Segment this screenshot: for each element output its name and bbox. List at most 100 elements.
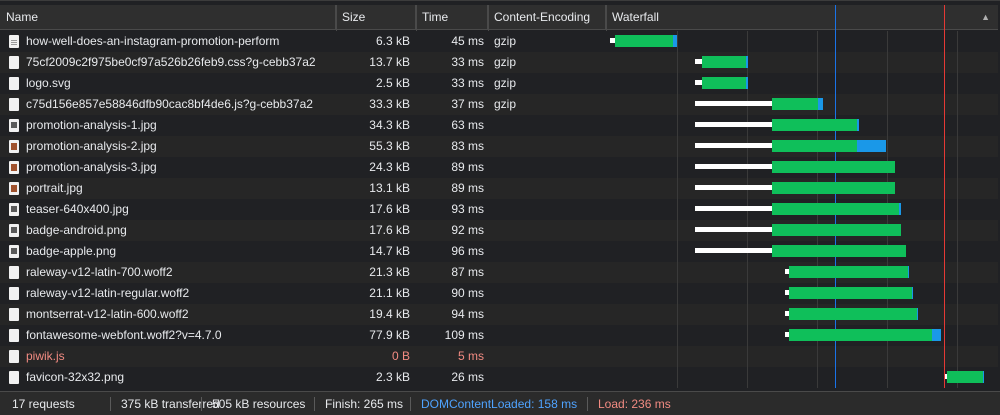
waterfall-bar-download[interactable]: [983, 371, 984, 383]
image-icon: [9, 245, 19, 258]
request-size: 6.3 kB: [375, 34, 410, 48]
request-encoding: [494, 115, 604, 136]
request-name: promotion-analysis-1.jpg: [26, 118, 157, 132]
waterfall-bar-download[interactable]: [912, 287, 913, 299]
waterfall-bar-waiting[interactable]: [695, 122, 772, 127]
waterfall-bar-download[interactable]: [857, 140, 886, 152]
waterfall-bar-waiting[interactable]: [695, 143, 772, 148]
request-encoding: [494, 367, 604, 388]
waterfall-bar-ttfb[interactable]: [789, 287, 912, 299]
transferred-size: 375 kB transferred: [121, 397, 220, 411]
waterfall-bar-waiting[interactable]: [695, 248, 772, 253]
request-encoding: [494, 346, 604, 367]
waterfall-bar-waiting[interactable]: [695, 227, 772, 232]
request-name: badge-apple.png: [26, 244, 117, 258]
request-name: how-well-does-an-instagram-promotion-per…: [26, 34, 280, 48]
request-encoding: [494, 157, 604, 178]
request-time: 37 ms: [451, 97, 484, 111]
file-icon: [9, 371, 19, 384]
waterfall-bar-waiting[interactable]: [695, 59, 702, 64]
waterfall-bar-waiting[interactable]: [695, 206, 772, 211]
triangle-up-icon[interactable]: ▲: [981, 5, 990, 30]
request-encoding: [494, 304, 604, 325]
request-time: 89 ms: [451, 160, 484, 174]
waterfall-bar-ttfb[interactable]: [789, 329, 932, 341]
waterfall-bar-waiting[interactable]: [695, 164, 772, 169]
file-icon: [9, 308, 19, 321]
waterfall-bar-ttfb[interactable]: [789, 308, 917, 320]
column-header-waterfall[interactable]: Waterfall ▲: [606, 5, 998, 30]
request-time: 89 ms: [451, 181, 484, 195]
waterfall-bar-ttfb[interactable]: [789, 266, 908, 278]
table-header: Name Size Time Content-Encoding Waterfal…: [0, 5, 998, 30]
request-time: 45 ms: [451, 34, 484, 48]
request-time: 109 ms: [444, 328, 484, 342]
footer-divider: [410, 397, 411, 411]
request-time: 92 ms: [451, 223, 484, 237]
waterfall-bar-download[interactable]: [673, 35, 677, 47]
waterfall-bar-ttfb[interactable]: [772, 140, 857, 152]
request-size: 14.7 kB: [369, 244, 410, 258]
resources-size: 505 kB resources: [212, 397, 306, 411]
request-time: 83 ms: [451, 139, 484, 153]
finish-time: Finish: 265 ms: [325, 397, 404, 411]
request-size: 21.1 kB: [369, 286, 410, 300]
waterfall-bar-download[interactable]: [818, 98, 823, 110]
waterfall-bar-ttfb[interactable]: [772, 161, 895, 173]
waterfall-bar-download[interactable]: [932, 329, 941, 341]
waterfall-bar-ttfb[interactable]: [772, 182, 895, 194]
waterfall-bar-ttfb[interactable]: [947, 371, 983, 383]
request-size: 0 B: [391, 349, 410, 363]
request-size: 77.9 kB: [369, 328, 410, 342]
waterfall-bar-download[interactable]: [908, 266, 909, 278]
document-icon: [9, 35, 19, 48]
column-header-name[interactable]: Name: [0, 5, 336, 30]
file-icon: [9, 98, 19, 111]
request-time: 26 ms: [451, 370, 484, 384]
file-icon: [9, 329, 19, 342]
column-header-waterfall-label: Waterfall: [612, 10, 659, 24]
waterfall-bar-ttfb[interactable]: [702, 77, 746, 89]
photo-icon: [9, 161, 19, 174]
file-icon: [9, 350, 19, 363]
waterfall-bar-ttfb[interactable]: [772, 245, 906, 257]
waterfall-bar-ttfb[interactable]: [772, 98, 818, 110]
file-icon: [9, 287, 19, 300]
waterfall-bar-ttfb[interactable]: [772, 224, 901, 236]
footer-divider: [110, 397, 111, 411]
load-marker: [944, 5, 945, 388]
request-size: 13.1 kB: [369, 181, 410, 195]
image-icon: [9, 119, 19, 132]
waterfall-bar-waiting[interactable]: [695, 185, 772, 190]
column-header-content-encoding[interactable]: Content-Encoding: [488, 5, 606, 30]
waterfall-bar-ttfb[interactable]: [772, 203, 899, 215]
request-name: 75cf2009c2f975be0cf97a526b26feb9.css?g-c…: [26, 55, 316, 69]
request-encoding: gzip: [494, 55, 517, 69]
waterfall-bar-ttfb[interactable]: [702, 56, 746, 68]
file-icon: [9, 266, 19, 279]
request-name: piwik.js: [26, 349, 65, 363]
waterfall-bar-ttfb[interactable]: [772, 119, 857, 131]
waterfall-bar-ttfb[interactable]: [615, 35, 673, 47]
request-size: 19.4 kB: [369, 307, 410, 321]
request-size: 55.3 kB: [369, 139, 410, 153]
waterfall-bar-waiting[interactable]: [695, 80, 702, 85]
file-icon: [9, 77, 19, 90]
waterfall-bar-download[interactable]: [746, 56, 748, 68]
waterfall-bar-download[interactable]: [746, 77, 748, 89]
request-size: 24.3 kB: [369, 160, 410, 174]
request-encoding: [494, 220, 604, 241]
waterfall-bar-download[interactable]: [857, 119, 859, 131]
request-name: teaser-640x400.jpg: [26, 202, 129, 216]
waterfall-chart: [607, 5, 998, 388]
column-header-size[interactable]: Size: [336, 5, 416, 30]
waterfall-bar-waiting[interactable]: [695, 101, 772, 106]
waterfall-bar-download[interactable]: [917, 308, 918, 320]
column-header-time[interactable]: Time: [416, 5, 488, 30]
footer-divider: [201, 397, 202, 411]
request-encoding: gzip: [494, 34, 517, 48]
waterfall-bar-download[interactable]: [899, 203, 901, 215]
request-name: portrait.jpg: [26, 181, 83, 195]
photo-icon: [9, 140, 19, 153]
request-size: 34.3 kB: [369, 118, 410, 132]
